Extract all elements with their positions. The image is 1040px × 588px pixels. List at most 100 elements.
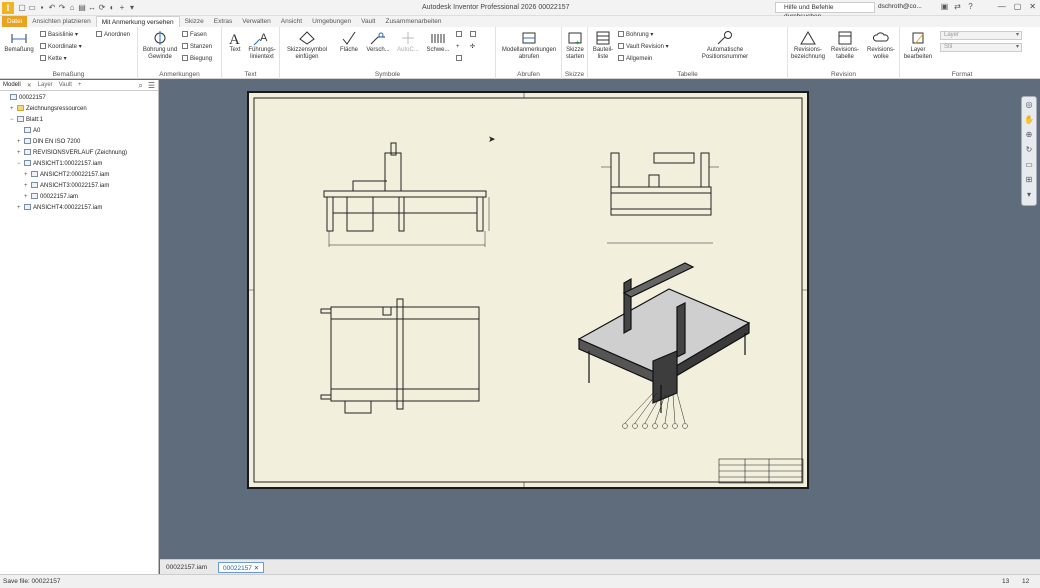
- biegung-button[interactable]: Biegung: [182, 55, 212, 63]
- doc-tab-assembly[interactable]: 00022157.iam: [162, 562, 211, 573]
- top-view[interactable]: [320, 298, 480, 414]
- bohrung-gewinde-button[interactable]: Bohrung und Gewinde: [140, 30, 180, 61]
- tab-extras[interactable]: Extras: [209, 16, 237, 27]
- layer-bearbeiten-button[interactable]: Layer bearbeiten: [902, 30, 934, 61]
- maximize-icon[interactable]: ▢: [1014, 2, 1022, 11]
- update-icon[interactable]: ⟳: [98, 2, 106, 13]
- add-icon[interactable]: +: [118, 2, 126, 13]
- tree-toggle-icon[interactable]: +: [17, 139, 24, 145]
- title-block[interactable]: [718, 458, 804, 484]
- menu-icon[interactable]: ☰: [148, 81, 155, 91]
- help-search-input[interactable]: Hilfe und Befehle durchsuchen...: [775, 2, 875, 20]
- revisionsbezeichnung-button[interactable]: Revisions-bezeichnung: [790, 30, 826, 61]
- tree-toggle-icon[interactable]: +: [17, 150, 24, 156]
- print-icon[interactable]: ▤: [78, 2, 86, 13]
- tree-node[interactable]: +00022157.iam: [24, 193, 78, 203]
- autocenter-button[interactable]: AutoC...: [394, 30, 422, 54]
- steering-wheel-icon[interactable]: ◎: [1022, 97, 1036, 112]
- tree-node[interactable]: − Blatt:1: [10, 116, 43, 126]
- revisionswolke-button[interactable]: Revisions-wolke: [864, 30, 898, 61]
- layer-dropdown[interactable]: Layer ▾: [940, 31, 1022, 40]
- connect-icon[interactable]: ⇄: [953, 2, 962, 11]
- text-button[interactable]: A Text: [224, 30, 246, 54]
- symbol-tool-d[interactable]: ✣: [470, 43, 475, 51]
- kette-button[interactable]: Kette ▾: [40, 55, 67, 63]
- tree-toggle-icon[interactable]: +: [10, 106, 17, 112]
- home-icon[interactable]: ⌂: [68, 2, 76, 13]
- zoom-icon[interactable]: ⊕: [1022, 127, 1036, 142]
- help-icon[interactable]: ?: [966, 2, 975, 11]
- tab-datei[interactable]: Datei: [2, 16, 28, 27]
- undo-icon[interactable]: ↶: [48, 2, 56, 13]
- zoom-all-icon[interactable]: ⊞: [1022, 172, 1036, 187]
- tree-node[interactable]: + ANSICHT3:00022157.iam: [24, 182, 109, 192]
- stanzen-button[interactable]: Stanzen: [182, 43, 212, 51]
- tab-verwalten[interactable]: Verwalten: [237, 16, 276, 27]
- drawing-sheet[interactable]: [247, 91, 809, 489]
- bohrung-tabelle-button[interactable]: Bohrung ▾: [618, 31, 653, 39]
- tree-toggle-icon[interactable]: −: [10, 117, 17, 123]
- basislinie-button[interactable]: Basislinie ▾: [40, 31, 78, 39]
- bauteilliste-button[interactable]: Bauteil-liste: [590, 30, 616, 61]
- skizzensymbol-button[interactable]: Skizzensymbol einfügen: [282, 30, 332, 61]
- cart-icon[interactable]: ▣: [940, 2, 949, 11]
- open-icon[interactable]: ▭: [28, 2, 36, 13]
- tree-toggle-icon[interactable]: −: [17, 161, 24, 167]
- modellanmerkungen-button[interactable]: Modellanmerkungen abrufen: [498, 30, 560, 61]
- revisionstabelle-button[interactable]: Revisions-tabelle: [828, 30, 862, 61]
- tree-toggle-icon[interactable]: +: [24, 194, 31, 200]
- look-at-icon[interactable]: ▭: [1022, 157, 1036, 172]
- tab-ansicht[interactable]: Ansicht: [276, 16, 307, 27]
- tab-vault[interactable]: Vault: [356, 16, 380, 27]
- tab-zusammenarbeiten[interactable]: Zusammenarbeiten: [380, 16, 446, 27]
- fuehrungslinientext-button[interactable]: A Führungs-linientext: [246, 30, 278, 61]
- symbol-tool-e[interactable]: [456, 55, 464, 63]
- new-file-icon[interactable]: ▢: [18, 2, 26, 13]
- material-icon[interactable]: ◐: [108, 2, 116, 13]
- vault-revision-button[interactable]: Vault Revision ▾: [618, 43, 669, 51]
- customize-icon[interactable]: ▾: [128, 2, 136, 13]
- tree-node[interactable]: A0: [17, 127, 40, 137]
- symbol-tool-c[interactable]: +: [456, 43, 460, 51]
- tree-node[interactable]: − ANSICHT1:00022157.iam: [17, 160, 102, 170]
- doc-tab-drawing[interactable]: 00022157 ✕: [218, 562, 265, 573]
- anordnen-button[interactable]: Anordnen: [96, 31, 130, 39]
- pan-icon[interactable]: ✋: [1022, 112, 1036, 127]
- tree-node[interactable]: + ANSICHT2:00022157.iam: [24, 171, 109, 181]
- browser-tab-layer[interactable]: Layer: [35, 82, 56, 88]
- tree-node[interactable]: + Zeichnungsressourcen: [10, 105, 87, 115]
- tab-umgebungen[interactable]: Umgebungen: [307, 16, 356, 27]
- koordinate-button[interactable]: Koordinate ▾: [40, 43, 82, 51]
- verschweissung-button[interactable]: Versch...: [364, 30, 392, 54]
- symbol-tool-a[interactable]: [456, 31, 464, 39]
- close-icon[interactable]: ✕: [254, 565, 259, 572]
- tree-node[interactable]: + ANSICHT4:00022157.iam: [17, 204, 102, 214]
- tab-ansichten-platzieren[interactable]: Ansichten platzieren: [27, 16, 96, 27]
- automatische-positionsnummer-button[interactable]: Automatische Positionsnummer: [688, 30, 762, 61]
- tree-node[interactable]: + REVISIONSVERLAUF (Zeichnung): [17, 149, 127, 159]
- orbit-icon[interactable]: ↻: [1022, 142, 1036, 157]
- close-icon[interactable]: ✕: [1029, 2, 1036, 11]
- tree-node[interactable]: 00022157: [3, 94, 46, 104]
- side-view[interactable]: [601, 152, 719, 244]
- skizze-starten-button[interactable]: + Skizze starten: [564, 30, 586, 61]
- search-icon[interactable]: ⌕: [138, 81, 142, 91]
- tree-toggle-icon[interactable]: +: [24, 183, 31, 189]
- close-icon[interactable]: ✕: [24, 82, 35, 89]
- inventor-logo[interactable]: I: [2, 2, 14, 14]
- minimize-icon[interactable]: —: [998, 2, 1006, 11]
- style-dropdown[interactable]: Stil ▾: [940, 43, 1022, 52]
- symbol-tool-b[interactable]: [470, 31, 478, 39]
- measure-icon[interactable]: ↔: [88, 2, 96, 13]
- bemassung-button[interactable]: Bemaßung: [2, 30, 36, 54]
- schweissraupe-button[interactable]: Schwe...: [424, 30, 452, 54]
- add-tab-icon[interactable]: +: [75, 82, 85, 88]
- front-view[interactable]: [323, 142, 490, 247]
- redo-icon[interactable]: ↷: [58, 2, 66, 13]
- isometric-view[interactable]: [577, 262, 751, 413]
- tab-mit-anmerkung-versehen[interactable]: Mit Anmerkung versehen: [95, 16, 180, 27]
- flaeche-button[interactable]: Fläche: [336, 30, 362, 54]
- tab-skizze[interactable]: Skizze: [180, 16, 209, 27]
- user-account[interactable]: dschroth@co...: [878, 3, 922, 10]
- browser-tab-vault[interactable]: Vault: [56, 82, 75, 88]
